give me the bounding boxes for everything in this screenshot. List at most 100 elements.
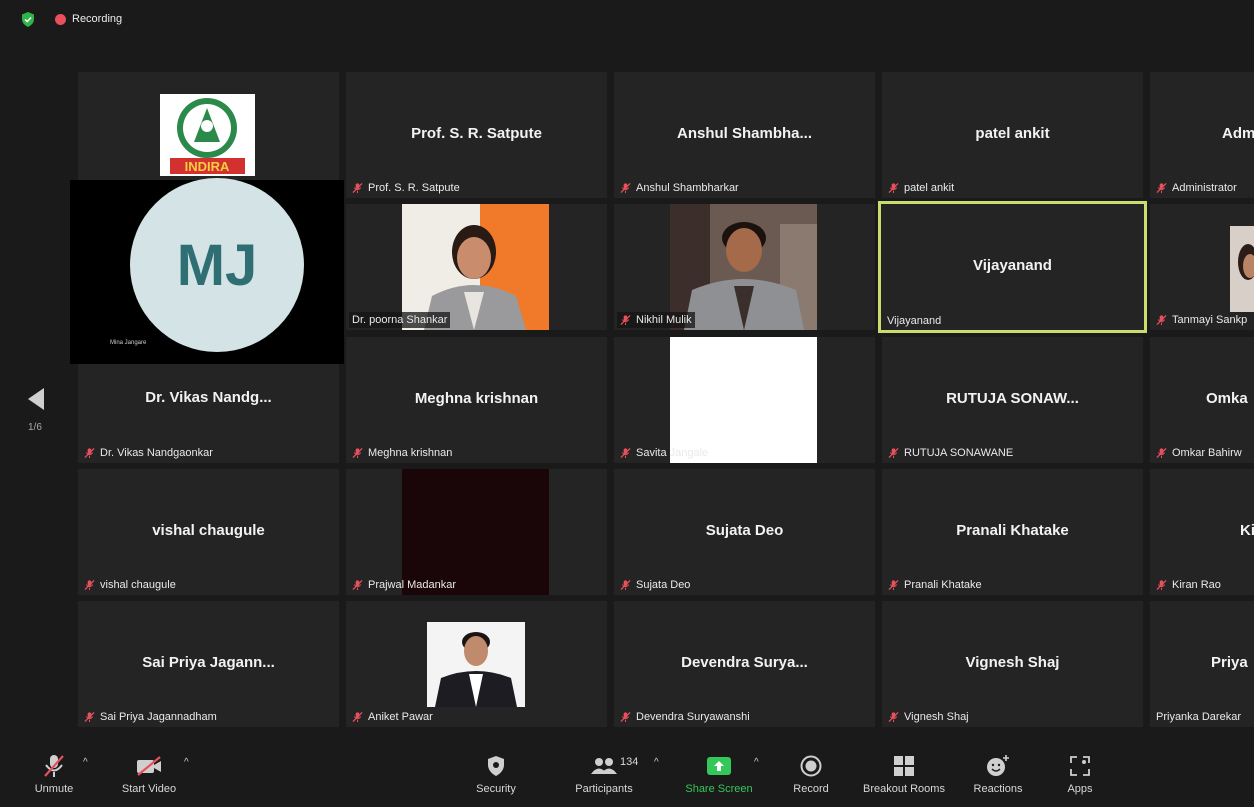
participant-tile[interactable]: Ki Kiran Rao — [1150, 469, 1254, 595]
participant-label: Vijayanand — [887, 315, 942, 327]
participant-display-name: Prof. S. R. Satpute — [411, 124, 542, 142]
security-shield-icon — [488, 756, 504, 776]
meeting-window: Recording Prof. S. R. Satpute Prof. S. R… — [0, 0, 1254, 807]
participant-display-name: Pranali Khatake — [956, 521, 1069, 539]
share-screen-label: Share Screen — [685, 783, 753, 795]
record-label: Record — [793, 783, 829, 795]
unmute-label: Unmute — [34, 783, 74, 795]
participant-tile[interactable]: Omka Omkar Bahirw — [1150, 337, 1254, 463]
participant-display-name: Anshul Shambha... — [676, 124, 812, 142]
participant-label: Administrator — [1172, 182, 1237, 194]
participant-tile[interactable]: patel ankit patel ankit — [882, 72, 1143, 198]
participants-options-caret-icon[interactable]: ^ — [654, 757, 659, 768]
participants-button[interactable]: Participants — [570, 740, 638, 807]
participant-tile[interactable]: Sai Priya Jagann... Sai Priya Jagannadha… — [78, 601, 339, 727]
breakout-rooms-icon — [894, 756, 914, 776]
participant-label: RUTUJA SONAWANE — [904, 447, 1014, 459]
apps-button[interactable]: Apps — [1058, 740, 1102, 807]
reactions-smiley-icon — [987, 755, 1009, 776]
participant-label: patel ankit — [904, 182, 955, 194]
participant-tile[interactable]: Prof. S. R. Satpute Prof. S. R. Satpute — [346, 72, 607, 198]
breakout-rooms-label: Breakout Rooms — [863, 783, 945, 795]
participants-label: Participants — [575, 783, 633, 795]
participant-name-tag: Prof. S. R. Satpute — [349, 180, 463, 196]
breakout-rooms-button[interactable]: Breakout Rooms — [858, 740, 950, 807]
mic-muted-icon — [888, 447, 899, 459]
share-screen-button[interactable]: Share Screen — [682, 740, 756, 807]
mic-muted-icon — [84, 447, 95, 459]
participant-display-name: Dr. Vikas Nandg... — [145, 388, 272, 406]
apps-label: Apps — [1067, 783, 1093, 795]
record-button[interactable]: Record — [788, 740, 834, 807]
mic-muted-icon — [84, 579, 95, 591]
video-camera-off-icon — [137, 756, 161, 776]
participant-name-tag: Meghna krishnan — [349, 445, 455, 461]
reactions-button[interactable]: Reactions — [968, 740, 1028, 807]
participant-display-name: Omka — [1206, 389, 1248, 407]
participant-tile[interactable]: Savita Jangale — [614, 337, 875, 463]
participant-label: Prajwal Madankar — [368, 579, 457, 591]
reactions-label: Reactions — [973, 783, 1023, 795]
participant-count: 134 — [620, 756, 639, 768]
mic-muted-icon — [1156, 447, 1167, 459]
participant-display-name: patel ankit — [975, 124, 1050, 142]
participant-tile[interactable]: RUTUJA SONAW... RUTUJA SONAWANE — [882, 337, 1143, 463]
previous-page-arrow-icon[interactable] — [28, 388, 46, 410]
participant-label: vishal chaugule — [100, 579, 176, 591]
participant-tile-active-speaker[interactable]: Vijayanand Vijayanand — [878, 201, 1147, 333]
participant-tile[interactable]: Adm Administrator — [1150, 72, 1254, 198]
share-screen-icon — [707, 757, 731, 775]
participant-tile[interactable]: Meghna krishnan Meghna krishnan — [346, 337, 607, 463]
unmute-button[interactable]: Unmute — [30, 740, 78, 807]
participant-label: Dr. Vikas Nandgaonkar — [100, 447, 213, 459]
participant-label: Pranali Khatake — [904, 579, 982, 591]
participant-video-feed — [427, 622, 525, 707]
participant-avatar-tile[interactable]: MJ Mina Jangare — [70, 178, 344, 364]
participant-tile[interactable]: Pranali Khatake Pranali Khatake — [882, 469, 1143, 595]
audio-options-caret-icon[interactable]: ^ — [83, 757, 88, 768]
participant-name-tag: Priyanka Darekar — [1153, 709, 1244, 725]
mic-muted-icon — [1156, 182, 1167, 194]
participant-tile[interactable]: Priya Priyanka Darekar — [1150, 601, 1254, 727]
security-button[interactable]: Security — [470, 740, 522, 807]
start-video-button[interactable]: Start Video — [116, 740, 182, 807]
participant-name-tag: Savita Jangale — [617, 445, 711, 461]
video-grid: Prof. S. R. Satpute Prof. S. R. Satpute … — [0, 0, 1254, 740]
participant-label: Meghna krishnan — [368, 447, 453, 459]
video-options-caret-icon[interactable]: ^ — [184, 757, 189, 768]
participant-tile[interactable]: Sujata Deo Sujata Deo — [614, 469, 875, 595]
participant-tile[interactable]: Vignesh Shaj Vignesh Shaj — [882, 601, 1143, 727]
participant-tile[interactable]: Tanmayi Sankp — [1150, 204, 1254, 330]
participant-tile[interactable]: Prajwal Madankar — [346, 469, 607, 595]
participant-display-name: Sujata Deo — [705, 521, 784, 539]
participant-tile[interactable]: Dr. poorna Shankar — [346, 204, 607, 330]
participant-tile[interactable]: vishal chaugule vishal chaugule — [78, 469, 339, 595]
share-options-caret-icon[interactable]: ^ — [754, 757, 759, 768]
meeting-toolbar: Unmute ^ Start Video ^ Security Particip… — [0, 740, 1254, 807]
record-icon — [800, 755, 822, 777]
participant-name-tag: RUTUJA SONAWANE — [885, 445, 1016, 461]
apps-icon — [1070, 756, 1090, 776]
participant-label: Aniket Pawar — [368, 711, 433, 723]
participant-tile[interactable]: Devendra Surya... Devendra Suryawanshi — [614, 601, 875, 727]
participant-label: Nikhil Mulik — [636, 314, 692, 326]
mic-muted-icon — [888, 579, 899, 591]
participant-label: Prof. S. R. Satpute — [368, 182, 460, 194]
participant-display-name: vishal chaugule — [152, 521, 265, 539]
participant-label: Tanmayi Sankp — [1172, 314, 1248, 326]
participant-label: Sai Priya Jagannadham — [100, 711, 217, 723]
mic-muted-icon — [352, 447, 363, 459]
mic-muted-icon — [620, 447, 631, 459]
participant-label: Dr. poorna Shankar — [352, 314, 448, 326]
participant-name-tag: Administrator — [1153, 180, 1240, 196]
participant-tile[interactable]: Aniket Pawar — [346, 601, 607, 727]
participant-name-tag: Vijayanand — [884, 313, 944, 329]
participant-tile[interactable]: Anshul Shambha... Anshul Shambharkar — [614, 72, 875, 198]
microphone-muted-icon — [44, 755, 64, 777]
mic-muted-icon — [352, 579, 363, 591]
participant-label: Devendra Suryawanshi — [636, 711, 750, 723]
mic-muted-icon — [84, 711, 95, 723]
mic-muted-icon — [620, 182, 631, 194]
mic-muted-icon — [1156, 579, 1167, 591]
participant-tile[interactable]: Nikhil Mulik — [614, 204, 875, 330]
